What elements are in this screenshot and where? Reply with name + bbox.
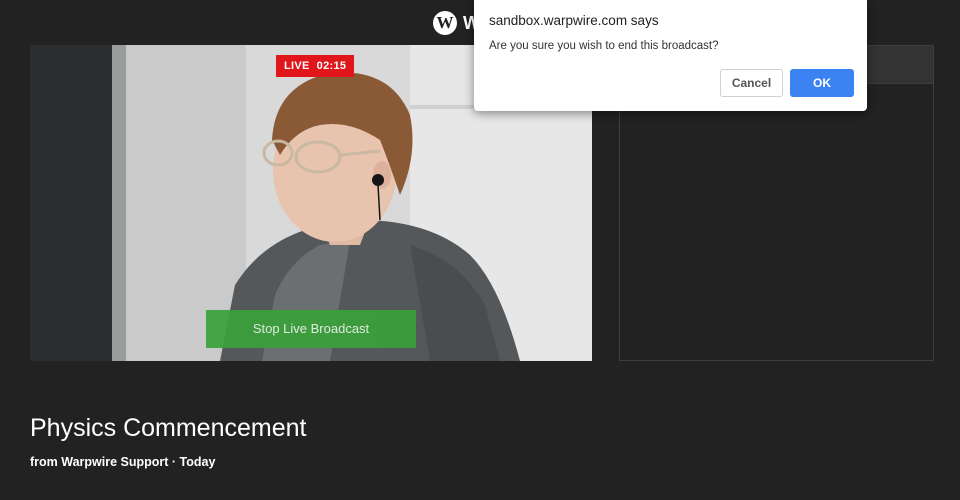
dialog-origin: sandbox.warpwire.com says	[489, 13, 659, 28]
broadcast-title: Physics Commencement	[30, 414, 307, 442]
confirm-dialog: sandbox.warpwire.com says Are you sure y…	[474, 0, 867, 111]
stop-live-broadcast-button[interactable]: Stop Live Broadcast	[206, 310, 416, 348]
live-timer: 02:15	[316, 60, 347, 72]
broadcast-subtitle: from Warpwire Support · Today	[30, 455, 216, 469]
warpwire-logo-icon: W	[433, 11, 457, 35]
dialog-message: Are you sure you wish to end this broadc…	[489, 40, 719, 52]
warpwire-logo[interactable]: W W	[433, 11, 480, 35]
live-status-badge: LIVE 02:15	[276, 55, 355, 77]
cancel-button[interactable]: Cancel	[720, 69, 783, 97]
ok-button[interactable]: OK	[790, 69, 854, 97]
live-label: LIVE	[284, 60, 310, 72]
